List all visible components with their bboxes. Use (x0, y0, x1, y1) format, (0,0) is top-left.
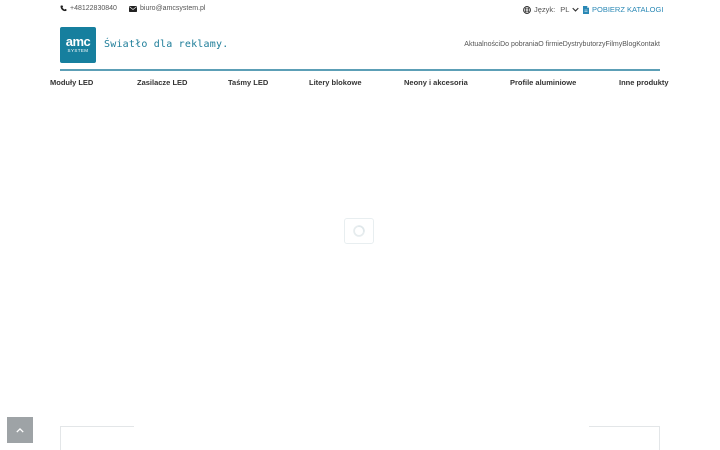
nav-item-about[interactable]: O firmie (538, 41, 563, 48)
category-led-power-supplies[interactable]: Zasilacze LED (137, 78, 187, 87)
language-value: PL (560, 5, 570, 14)
phone-link[interactable]: +48122830840 (60, 5, 117, 12)
logo[interactable]: amc SYSTEM (60, 27, 96, 63)
chevron-down-icon (572, 7, 580, 12)
phone-icon (60, 5, 67, 12)
category-aluminium-profiles[interactable]: Profile aluminiowe (510, 78, 576, 87)
language-label: Język: (534, 5, 556, 14)
card-top-gap (134, 426, 589, 428)
globe-icon (523, 5, 531, 14)
nav-item-videos[interactable]: Filmy (606, 41, 623, 48)
category-other-products[interactable]: Inne produkty (619, 78, 669, 87)
email-link[interactable]: biuro@amcsystem.pl (129, 5, 205, 12)
nav-item-distributors[interactable]: Dystrybutorzy (563, 41, 606, 48)
nav-item-contact[interactable]: Kontakt (636, 41, 660, 48)
email-address: biuro@amcsystem.pl (140, 5, 206, 12)
category-led-modules[interactable]: Moduły LED (50, 78, 93, 87)
category-block-letters[interactable]: Litery blokowe (309, 78, 362, 87)
category-led-strips[interactable]: Taśmy LED (228, 78, 268, 87)
download-catalogs-link[interactable]: POBIERZ KATALOGI (583, 5, 663, 14)
download-catalogs-label: POBIERZ KATALOGI (592, 5, 664, 14)
category-nav: Moduły LED Zasilacze LED Taśmy LED Liter… (50, 78, 670, 90)
logo-sub-text: SYSTEM (67, 48, 89, 53)
content-card (60, 426, 660, 450)
topbar: +48122830840 biuro@amcsystem.pl Język: P… (0, 0, 720, 22)
spinner-icon (352, 224, 366, 238)
nav-item-blog[interactable]: Blog (622, 41, 636, 48)
logo-main-text: amc (65, 34, 91, 49)
phone-number: +48122830840 (70, 5, 117, 12)
nav-item-downloads[interactable]: Do pobrania (500, 41, 538, 48)
language-selector[interactable]: Język: PL (523, 5, 580, 14)
envelope-icon (129, 5, 137, 12)
header-divider (60, 69, 660, 71)
loading-spinner (344, 218, 374, 244)
file-icon (583, 5, 589, 14)
chevron-up-icon (16, 427, 24, 433)
site-header: amc SYSTEM Światło dla reklamy. Aktualno… (60, 27, 660, 71)
category-neons-accessories[interactable]: Neony i akcesoria (404, 78, 468, 87)
main-nav: Aktualności Do pobrania O firmie Dystryb… (464, 41, 660, 48)
scroll-to-top-button[interactable] (7, 417, 33, 443)
nav-item-news[interactable]: Aktualności (464, 41, 500, 48)
tagline: Światło dla reklamy. (104, 39, 229, 50)
